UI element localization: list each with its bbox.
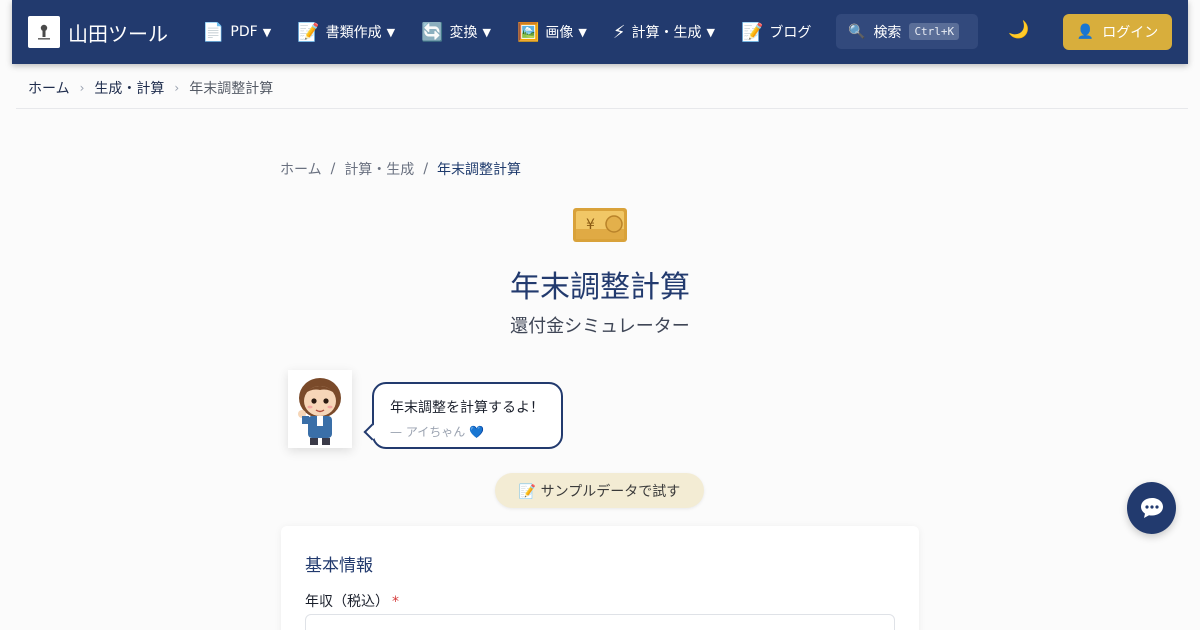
chevron-down-icon: ▼ [482, 25, 491, 39]
svg-text:¥: ¥ [586, 217, 595, 233]
search-button[interactable]: 🔍 検索 Ctrl+K [836, 14, 978, 49]
site-logo[interactable]: 山田ツール [28, 16, 168, 48]
memo-icon: 📝 [740, 21, 764, 43]
image-icon: 🖼️ [516, 21, 540, 43]
breadcrumb-inner-separator: / [330, 161, 336, 177]
chat-icon [1140, 498, 1163, 518]
chevron-down-icon: ▼ [578, 25, 587, 39]
login-label: ログイン [1102, 25, 1159, 41]
user-icon: 👤 [1076, 24, 1095, 40]
breadcrumb-category[interactable]: 生成・計算 [94, 78, 164, 98]
sample-data-button[interactable]: 📝 サンプルデータで試す [495, 473, 704, 508]
chevron-down-icon: ▼ [706, 25, 715, 39]
section-title: 基本情報 [305, 556, 373, 576]
lightning-icon: ⚡ [612, 21, 626, 43]
site-title: 山田ツール [68, 21, 168, 46]
nav-image[interactable]: 🖼️ 画像 ▼ [517, 22, 587, 43]
chat-button[interactable] [1127, 482, 1176, 534]
annual-income-label: 年収（税込） * [305, 591, 399, 611]
nav-documents-label: 書類作成 [325, 25, 382, 41]
breadcrumb-separator: › [174, 81, 180, 95]
nav-documents[interactable]: 📝 書類作成 ▼ [297, 22, 395, 43]
breadcrumb-inner-current: 年末調整計算 [437, 162, 522, 178]
nav-blog[interactable]: 📝 ブログ [741, 22, 811, 43]
nav-image-label: 画像 [545, 25, 574, 41]
required-mark: * [392, 594, 399, 610]
moon-icon[interactable]: 🌙 [1008, 20, 1029, 40]
nav-calc-generate[interactable]: ⚡ 計算・生成 ▼ [613, 22, 715, 43]
breadcrumb-current: 年末調整計算 [189, 81, 274, 97]
login-button[interactable]: 👤 ログイン [1063, 14, 1172, 50]
breadcrumb-inner-separator: / [423, 161, 429, 177]
chevron-down-icon: ▼ [262, 25, 272, 39]
search-label: 検索 [873, 24, 902, 41]
annual-income-label-text: 年収（税込） [305, 594, 389, 610]
nav-convert-label: 変換 [449, 25, 478, 41]
memo-icon: 📝 [297, 21, 320, 43]
nav-convert[interactable]: 🔄 変換 ▼ [421, 22, 491, 43]
search-icon: 🔍 [848, 23, 866, 40]
chevron-down-icon: ▼ [386, 25, 396, 39]
annual-income-input[interactable] [305, 614, 895, 630]
mascot-avatar [288, 370, 352, 448]
nav-blog-label: ブログ [769, 25, 812, 41]
main-nav: 📄 PDF ▼ 📝 書類作成 ▼ 🔄 変換 ▼ 🖼️ 画像 ▼ ⚡ 計算・生成 … [202, 22, 837, 43]
money-bill-yen-icon: ¥ [572, 207, 628, 243]
mascot-signature: — アイちゃん 💙 [390, 425, 484, 439]
search-shortcut: Ctrl+K [909, 23, 960, 40]
document-icon: 📄 [202, 21, 225, 43]
breadcrumb-inner-home[interactable]: ホーム [280, 159, 322, 179]
nav-calc-generate-label: 計算・生成 [631, 25, 702, 41]
mascot-message: 年末調整を計算するよ！ [390, 400, 544, 416]
breadcrumb-home[interactable]: ホーム [28, 78, 70, 98]
speech-bubble: 年末調整を計算するよ！ — アイちゃん 💙 [372, 382, 563, 449]
breadcrumb-inner: ホーム / 計算・生成 / 年末調整計算 [280, 159, 521, 179]
convert-icon: 🔄 [421, 21, 444, 43]
nav-pdf[interactable]: 📄 PDF ▼ [202, 22, 271, 43]
breadcrumb: ホーム › 生成・計算 › 年末調整計算 [28, 78, 273, 98]
site-header: 山田ツール 📄 PDF ▼ 📝 書類作成 ▼ 🔄 変換 ▼ 🖼️ 画像 ▼ ⚡ … [12, 0, 1188, 64]
page-subtitle: 還付金シミュレーター [510, 316, 690, 337]
divider [16, 108, 1188, 109]
breadcrumb-separator: › [79, 81, 85, 95]
nav-pdf-label: PDF [230, 24, 258, 40]
breadcrumb-inner-category[interactable]: 計算・生成 [344, 159, 414, 179]
page-title: 年末調整計算 [510, 270, 690, 305]
logo-mark [28, 16, 60, 48]
